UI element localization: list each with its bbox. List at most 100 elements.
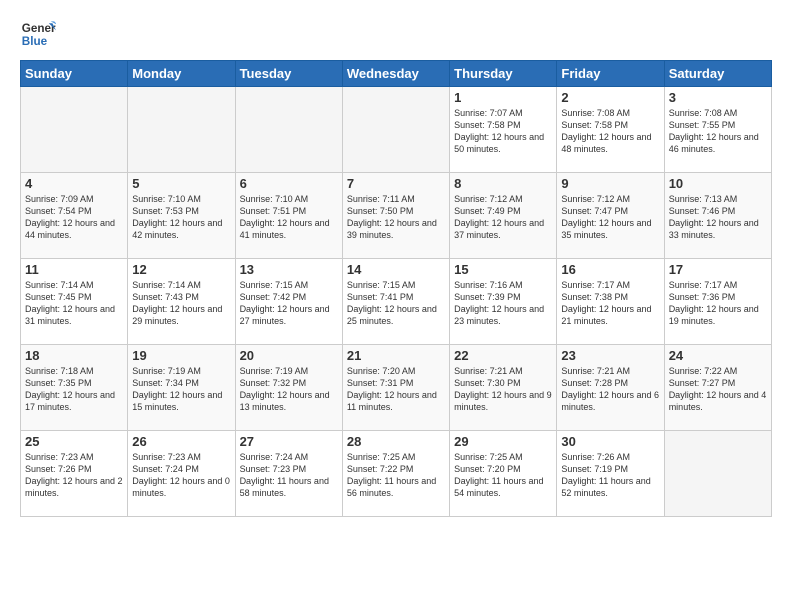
- calendar-cell: 14 Sunrise: 7:15 AMSunset: 7:41 PMDayligh…: [342, 259, 449, 345]
- day-info: Sunrise: 7:23 AMSunset: 7:24 PMDaylight:…: [132, 451, 230, 500]
- day-info: Sunrise: 7:15 AMSunset: 7:41 PMDaylight:…: [347, 279, 445, 328]
- day-info: Sunrise: 7:25 AMSunset: 7:22 PMDaylight:…: [347, 451, 445, 500]
- logo-icon: General Blue: [20, 16, 56, 52]
- calendar-cell: 28 Sunrise: 7:25 AMSunset: 7:22 PMDayligh…: [342, 431, 449, 517]
- calendar-cell: 17Sunrise: 7:17 AMSunset: 7:36 PMDayligh…: [664, 259, 771, 345]
- day-info: Sunrise: 7:21 AMSunset: 7:30 PMDaylight:…: [454, 365, 552, 414]
- calendar-cell: 11 Sunrise: 7:14 AMSunset: 7:45 PMDayligh…: [21, 259, 128, 345]
- calendar-cell: 15 Sunrise: 7:16 AMSunset: 7:39 PMDayligh…: [450, 259, 557, 345]
- calendar-cell: 22 Sunrise: 7:21 AMSunset: 7:30 PMDayligh…: [450, 345, 557, 431]
- calendar-cell: 23 Sunrise: 7:21 AMSunset: 7:28 PMDayligh…: [557, 345, 664, 431]
- day-info: Sunrise: 7:14 AMSunset: 7:45 PMDaylight:…: [25, 279, 123, 328]
- calendar-header-saturday: Saturday: [664, 61, 771, 87]
- calendar-cell: 27 Sunrise: 7:24 AMSunset: 7:23 PMDayligh…: [235, 431, 342, 517]
- calendar-cell: 25Sunrise: 7:23 AMSunset: 7:26 PMDayligh…: [21, 431, 128, 517]
- svg-text:Blue: Blue: [22, 35, 48, 48]
- calendar-cell: 26 Sunrise: 7:23 AMSunset: 7:24 PMDayligh…: [128, 431, 235, 517]
- calendar-header-row: SundayMondayTuesdayWednesdayThursdayFrid…: [21, 61, 772, 87]
- day-info: Sunrise: 7:08 AMSunset: 7:58 PMDaylight:…: [561, 107, 659, 156]
- day-number: 8: [454, 176, 552, 191]
- day-number: 12: [132, 262, 230, 277]
- day-info: Sunrise: 7:10 AMSunset: 7:53 PMDaylight:…: [132, 193, 230, 242]
- day-number: 27: [240, 434, 338, 449]
- calendar-cell: [21, 87, 128, 173]
- day-number: 4: [25, 176, 123, 191]
- day-number: 15: [454, 262, 552, 277]
- calendar-cell: 24Sunrise: 7:22 AMSunset: 7:27 PMDayligh…: [664, 345, 771, 431]
- day-number: 21: [347, 348, 445, 363]
- day-number: 18: [25, 348, 123, 363]
- calendar-cell: 13Sunrise: 7:15 AMSunset: 7:42 PMDayligh…: [235, 259, 342, 345]
- logo: General Blue: [20, 16, 56, 52]
- calendar-cell: [664, 431, 771, 517]
- calendar-cell: 12 Sunrise: 7:14 AMSunset: 7:43 PMDayligh…: [128, 259, 235, 345]
- day-number: 10: [669, 176, 767, 191]
- day-info: Sunrise: 7:21 AMSunset: 7:28 PMDaylight:…: [561, 365, 659, 414]
- calendar-cell: 20Sunrise: 7:19 AMSunset: 7:32 PMDayligh…: [235, 345, 342, 431]
- day-number: 7: [347, 176, 445, 191]
- calendar-cell: 8 Sunrise: 7:12 AMSunset: 7:49 PMDaylight…: [450, 173, 557, 259]
- day-number: 6: [240, 176, 338, 191]
- day-number: 16: [561, 262, 659, 277]
- calendar-table: SundayMondayTuesdayWednesdayThursdayFrid…: [20, 60, 772, 517]
- calendar-cell: 30 Sunrise: 7:26 AMSunset: 7:19 PMDayligh…: [557, 431, 664, 517]
- day-info: Sunrise: 7:16 AMSunset: 7:39 PMDaylight:…: [454, 279, 552, 328]
- calendar-cell: 1 Sunrise: 7:07 AMSunset: 7:58 PMDaylight…: [450, 87, 557, 173]
- calendar-header-sunday: Sunday: [21, 61, 128, 87]
- day-number: 29: [454, 434, 552, 449]
- day-info: Sunrise: 7:12 AMSunset: 7:49 PMDaylight:…: [454, 193, 552, 242]
- calendar-cell: 19 Sunrise: 7:19 AMSunset: 7:34 PMDayligh…: [128, 345, 235, 431]
- day-info: Sunrise: 7:17 AMSunset: 7:36 PMDaylight:…: [669, 279, 767, 328]
- day-number: 9: [561, 176, 659, 191]
- calendar-week-2: 4Sunrise: 7:09 AMSunset: 7:54 PMDaylight…: [21, 173, 772, 259]
- day-info: Sunrise: 7:18 AMSunset: 7:35 PMDaylight:…: [25, 365, 123, 414]
- day-number: 13: [240, 262, 338, 277]
- calendar-week-1: 1 Sunrise: 7:07 AMSunset: 7:58 PMDaylight…: [21, 87, 772, 173]
- day-info: Sunrise: 7:14 AMSunset: 7:43 PMDaylight:…: [132, 279, 230, 328]
- calendar-cell: 4Sunrise: 7:09 AMSunset: 7:54 PMDaylight…: [21, 173, 128, 259]
- day-number: 3: [669, 90, 767, 105]
- day-info: Sunrise: 7:24 AMSunset: 7:23 PMDaylight:…: [240, 451, 338, 500]
- day-info: Sunrise: 7:08 AMSunset: 7:55 PMDaylight:…: [669, 107, 767, 156]
- day-info: Sunrise: 7:26 AMSunset: 7:19 PMDaylight:…: [561, 451, 659, 500]
- day-number: 28: [347, 434, 445, 449]
- day-number: 22: [454, 348, 552, 363]
- day-number: 11: [25, 262, 123, 277]
- calendar-cell: 18 Sunrise: 7:18 AMSunset: 7:35 PMDayligh…: [21, 345, 128, 431]
- day-info: Sunrise: 7:17 AMSunset: 7:38 PMDaylight:…: [561, 279, 659, 328]
- day-number: 23: [561, 348, 659, 363]
- calendar-cell: [235, 87, 342, 173]
- calendar-week-3: 11 Sunrise: 7:14 AMSunset: 7:45 PMDayligh…: [21, 259, 772, 345]
- day-number: 1: [454, 90, 552, 105]
- day-info: Sunrise: 7:22 AMSunset: 7:27 PMDaylight:…: [669, 365, 767, 414]
- day-info: Sunrise: 7:23 AMSunset: 7:26 PMDaylight:…: [25, 451, 123, 500]
- day-number: 14: [347, 262, 445, 277]
- calendar-cell: 9 Sunrise: 7:12 AMSunset: 7:47 PMDaylight…: [557, 173, 664, 259]
- day-info: Sunrise: 7:07 AMSunset: 7:58 PMDaylight:…: [454, 107, 552, 156]
- day-number: 26: [132, 434, 230, 449]
- calendar-header-tuesday: Tuesday: [235, 61, 342, 87]
- calendar-header-thursday: Thursday: [450, 61, 557, 87]
- calendar-cell: 3 Sunrise: 7:08 AMSunset: 7:55 PMDaylight…: [664, 87, 771, 173]
- calendar-cell: 5 Sunrise: 7:10 AMSunset: 7:53 PMDaylight…: [128, 173, 235, 259]
- page: General Blue SundayMondayTuesdayWednesda…: [0, 0, 792, 612]
- calendar-header-monday: Monday: [128, 61, 235, 87]
- day-info: Sunrise: 7:11 AMSunset: 7:50 PMDaylight:…: [347, 193, 445, 242]
- calendar-cell: 29 Sunrise: 7:25 AMSunset: 7:20 PMDayligh…: [450, 431, 557, 517]
- calendar-cell: 16 Sunrise: 7:17 AMSunset: 7:38 PMDayligh…: [557, 259, 664, 345]
- day-info: Sunrise: 7:19 AMSunset: 7:34 PMDaylight:…: [132, 365, 230, 414]
- day-number: 5: [132, 176, 230, 191]
- day-number: 2: [561, 90, 659, 105]
- day-info: Sunrise: 7:13 AMSunset: 7:46 PMDaylight:…: [669, 193, 767, 242]
- day-number: 19: [132, 348, 230, 363]
- calendar-week-4: 18 Sunrise: 7:18 AMSunset: 7:35 PMDayligh…: [21, 345, 772, 431]
- calendar-cell: 21Sunrise: 7:20 AMSunset: 7:31 PMDayligh…: [342, 345, 449, 431]
- calendar-header-friday: Friday: [557, 61, 664, 87]
- day-info: Sunrise: 7:12 AMSunset: 7:47 PMDaylight:…: [561, 193, 659, 242]
- calendar-cell: [128, 87, 235, 173]
- day-number: 30: [561, 434, 659, 449]
- calendar-header-wednesday: Wednesday: [342, 61, 449, 87]
- calendar-cell: [342, 87, 449, 173]
- calendar-cell: 2 Sunrise: 7:08 AMSunset: 7:58 PMDaylight…: [557, 87, 664, 173]
- day-info: Sunrise: 7:25 AMSunset: 7:20 PMDaylight:…: [454, 451, 552, 500]
